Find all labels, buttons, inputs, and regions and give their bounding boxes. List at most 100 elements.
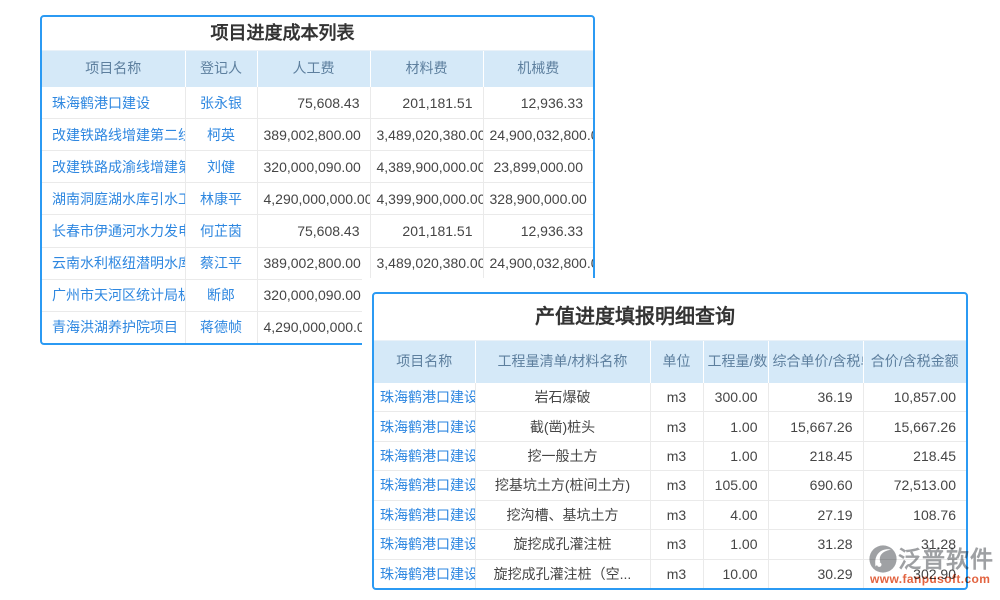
brand-url: www.fanpusoft.com — [868, 572, 1000, 586]
material-cost-cell: 4,389,900,000.00 — [370, 151, 483, 183]
brand-watermark: 泛普软件 www.fanpusoft.com — [868, 544, 1000, 586]
total-price-cell: 218.45 — [863, 441, 966, 470]
table-row: 改建铁路线增建第二线...柯英389,002,800.003,489,020,3… — [42, 119, 593, 151]
registrant-link[interactable]: 蔡江平 — [185, 247, 257, 279]
column-header: 工程量清单/材料名称 — [475, 341, 650, 383]
material-name-cell: 旋挖成孔灌注桩 — [475, 530, 650, 559]
project-name-link[interactable]: 改建铁路成渝线增建第... — [42, 151, 185, 183]
project-name-link[interactable]: 改建铁路线增建第二线... — [42, 119, 185, 151]
machine-cost-cell: 328,900,000.00 — [483, 183, 593, 215]
quantity-cell: 1.00 — [703, 441, 768, 470]
project-name-link[interactable]: 珠海鹤港口建设 — [374, 383, 475, 412]
material-name-cell: 旋挖成孔灌注桩（空... — [475, 559, 650, 588]
project-name-link[interactable]: 珠海鹤港口建设 — [374, 441, 475, 470]
total-price-cell: 72,513.00 — [863, 471, 966, 500]
machine-cost-cell: 24,900,032,800.00 — [483, 247, 593, 279]
material-name-cell: 岩石爆破 — [475, 383, 650, 412]
column-header: 项目名称 — [374, 341, 475, 383]
material-name-cell: 截(凿)桩头 — [475, 412, 650, 441]
column-header: 合价/含税金额 — [863, 341, 966, 383]
unit-price-cell: 36.19 — [768, 383, 863, 412]
project-name-link[interactable]: 珠海鹤港口建设 — [374, 530, 475, 559]
project-name-link[interactable]: 珠海鹤港口建设 — [42, 87, 185, 119]
output-table-header-row: 项目名称工程量清单/材料名称单位工程量/数量综合单价/含税单价合价/含税金额 — [374, 341, 966, 383]
brand-name: 泛普软件 — [898, 544, 994, 574]
material-cost-cell: 201,181.51 — [370, 215, 483, 247]
machine-cost-cell: 12,936.33 — [483, 87, 593, 119]
labor-cost-cell: 389,002,800.00 — [257, 247, 370, 279]
registrant-link[interactable]: 柯英 — [185, 119, 257, 151]
registrant-link[interactable]: 断郎 — [185, 279, 257, 311]
quantity-cell: 105.00 — [703, 471, 768, 500]
table-row: 长春市伊通河水力发电...何芷茵75,608.43201,181.5112,93… — [42, 215, 593, 247]
total-price-cell: 10,857.00 — [863, 383, 966, 412]
project-name-link[interactable]: 珠海鹤港口建设 — [374, 559, 475, 588]
quantity-cell: 4.00 — [703, 500, 768, 529]
project-name-link[interactable]: 云南水利枢纽潜明水库... — [42, 247, 185, 279]
registrant-link[interactable]: 蒋德帧 — [185, 311, 257, 343]
quantity-cell: 300.00 — [703, 383, 768, 412]
table-row: 湖南洞庭湖水库引水工...林康平4,290,000,000.004,399,90… — [42, 183, 593, 215]
unit-cell: m3 — [650, 559, 703, 588]
unit-cell: m3 — [650, 471, 703, 500]
total-price-cell: 108.76 — [863, 500, 966, 529]
fanpu-logo-icon — [868, 544, 898, 574]
quantity-cell: 1.00 — [703, 412, 768, 441]
cost-table-header-row: 项目名称登记人人工费材料费机械费 — [42, 51, 593, 87]
unit-cell: m3 — [650, 412, 703, 441]
table-row: 珠海鹤港口建设挖基坑土方(桩间土方)m3105.00690.6072,513.0… — [374, 471, 966, 500]
output-table-title: 产值进度填报明细查询 — [374, 294, 966, 341]
material-cost-cell: 4,399,900,000.00 — [370, 183, 483, 215]
material-name-cell: 挖沟槽、基坑土方 — [475, 500, 650, 529]
table-row: 珠海鹤港口建设截(凿)桩头m31.0015,667.2615,667.26 — [374, 412, 966, 441]
unit-price-cell: 27.19 — [768, 500, 863, 529]
column-header: 项目名称 — [42, 51, 185, 87]
registrant-link[interactable]: 刘健 — [185, 151, 257, 183]
cost-table-title: 项目进度成本列表 — [42, 17, 593, 51]
total-price-cell: 15,667.26 — [863, 412, 966, 441]
machine-cost-cell: 12,936.33 — [483, 215, 593, 247]
project-name-link[interactable]: 珠海鹤港口建设 — [374, 471, 475, 500]
machine-cost-cell: 23,899,000.00 — [483, 151, 593, 183]
quantity-cell: 10.00 — [703, 559, 768, 588]
column-header: 材料费 — [370, 51, 483, 87]
table-row: 珠海鹤港口建设张永银75,608.43201,181.5112,936.33 — [42, 87, 593, 119]
unit-price-cell: 15,667.26 — [768, 412, 863, 441]
material-cost-cell: 3,489,020,380.00 — [370, 247, 483, 279]
material-name-cell: 挖基坑土方(桩间土方) — [475, 471, 650, 500]
material-name-cell: 挖一般土方 — [475, 441, 650, 470]
column-header: 登记人 — [185, 51, 257, 87]
unit-price-cell: 218.45 — [768, 441, 863, 470]
project-name-link[interactable]: 长春市伊通河水力发电... — [42, 215, 185, 247]
project-name-link[interactable]: 珠海鹤港口建设 — [374, 412, 475, 441]
registrant-link[interactable]: 林康平 — [185, 183, 257, 215]
registrant-link[interactable]: 张永银 — [185, 87, 257, 119]
column-header: 综合单价/含税单价 — [768, 341, 863, 383]
column-header: 机械费 — [483, 51, 593, 87]
unit-cell: m3 — [650, 500, 703, 529]
table-row: 改建铁路成渝线增建第...刘健320,000,090.004,389,900,0… — [42, 151, 593, 183]
material-cost-cell: 3,489,020,380.00 — [370, 119, 483, 151]
quantity-cell: 1.00 — [703, 530, 768, 559]
registrant-link[interactable]: 何芷茵 — [185, 215, 257, 247]
labor-cost-cell: 320,000,090.00 — [257, 279, 370, 311]
unit-price-cell: 30.29 — [768, 559, 863, 588]
material-cost-cell: 201,181.51 — [370, 87, 483, 119]
machine-cost-cell: 24,900,032,800.00 — [483, 119, 593, 151]
page: 项目进度成本列表 项目名称登记人人工费材料费机械费 珠海鹤港口建设张永银75,6… — [0, 0, 1000, 600]
table-row: 珠海鹤港口建设挖沟槽、基坑土方m34.0027.19108.76 — [374, 500, 966, 529]
project-name-link[interactable]: 广州市天河区统计局机... — [42, 279, 185, 311]
project-name-link[interactable]: 珠海鹤港口建设 — [374, 500, 475, 529]
column-header: 工程量/数量 — [703, 341, 768, 383]
project-name-link[interactable]: 青海洪湖养护院项目 — [42, 311, 185, 343]
labor-cost-cell: 75,608.43 — [257, 215, 370, 247]
table-row: 珠海鹤港口建设挖一般土方m31.00218.45218.45 — [374, 441, 966, 470]
unit-cell: m3 — [650, 530, 703, 559]
unit-price-cell: 690.60 — [768, 471, 863, 500]
column-header: 人工费 — [257, 51, 370, 87]
labor-cost-cell: 4,290,000,000.00 — [257, 183, 370, 215]
project-name-link[interactable]: 湖南洞庭湖水库引水工... — [42, 183, 185, 215]
labor-cost-cell: 75,608.43 — [257, 87, 370, 119]
column-header: 单位 — [650, 341, 703, 383]
labor-cost-cell: 320,000,090.00 — [257, 151, 370, 183]
